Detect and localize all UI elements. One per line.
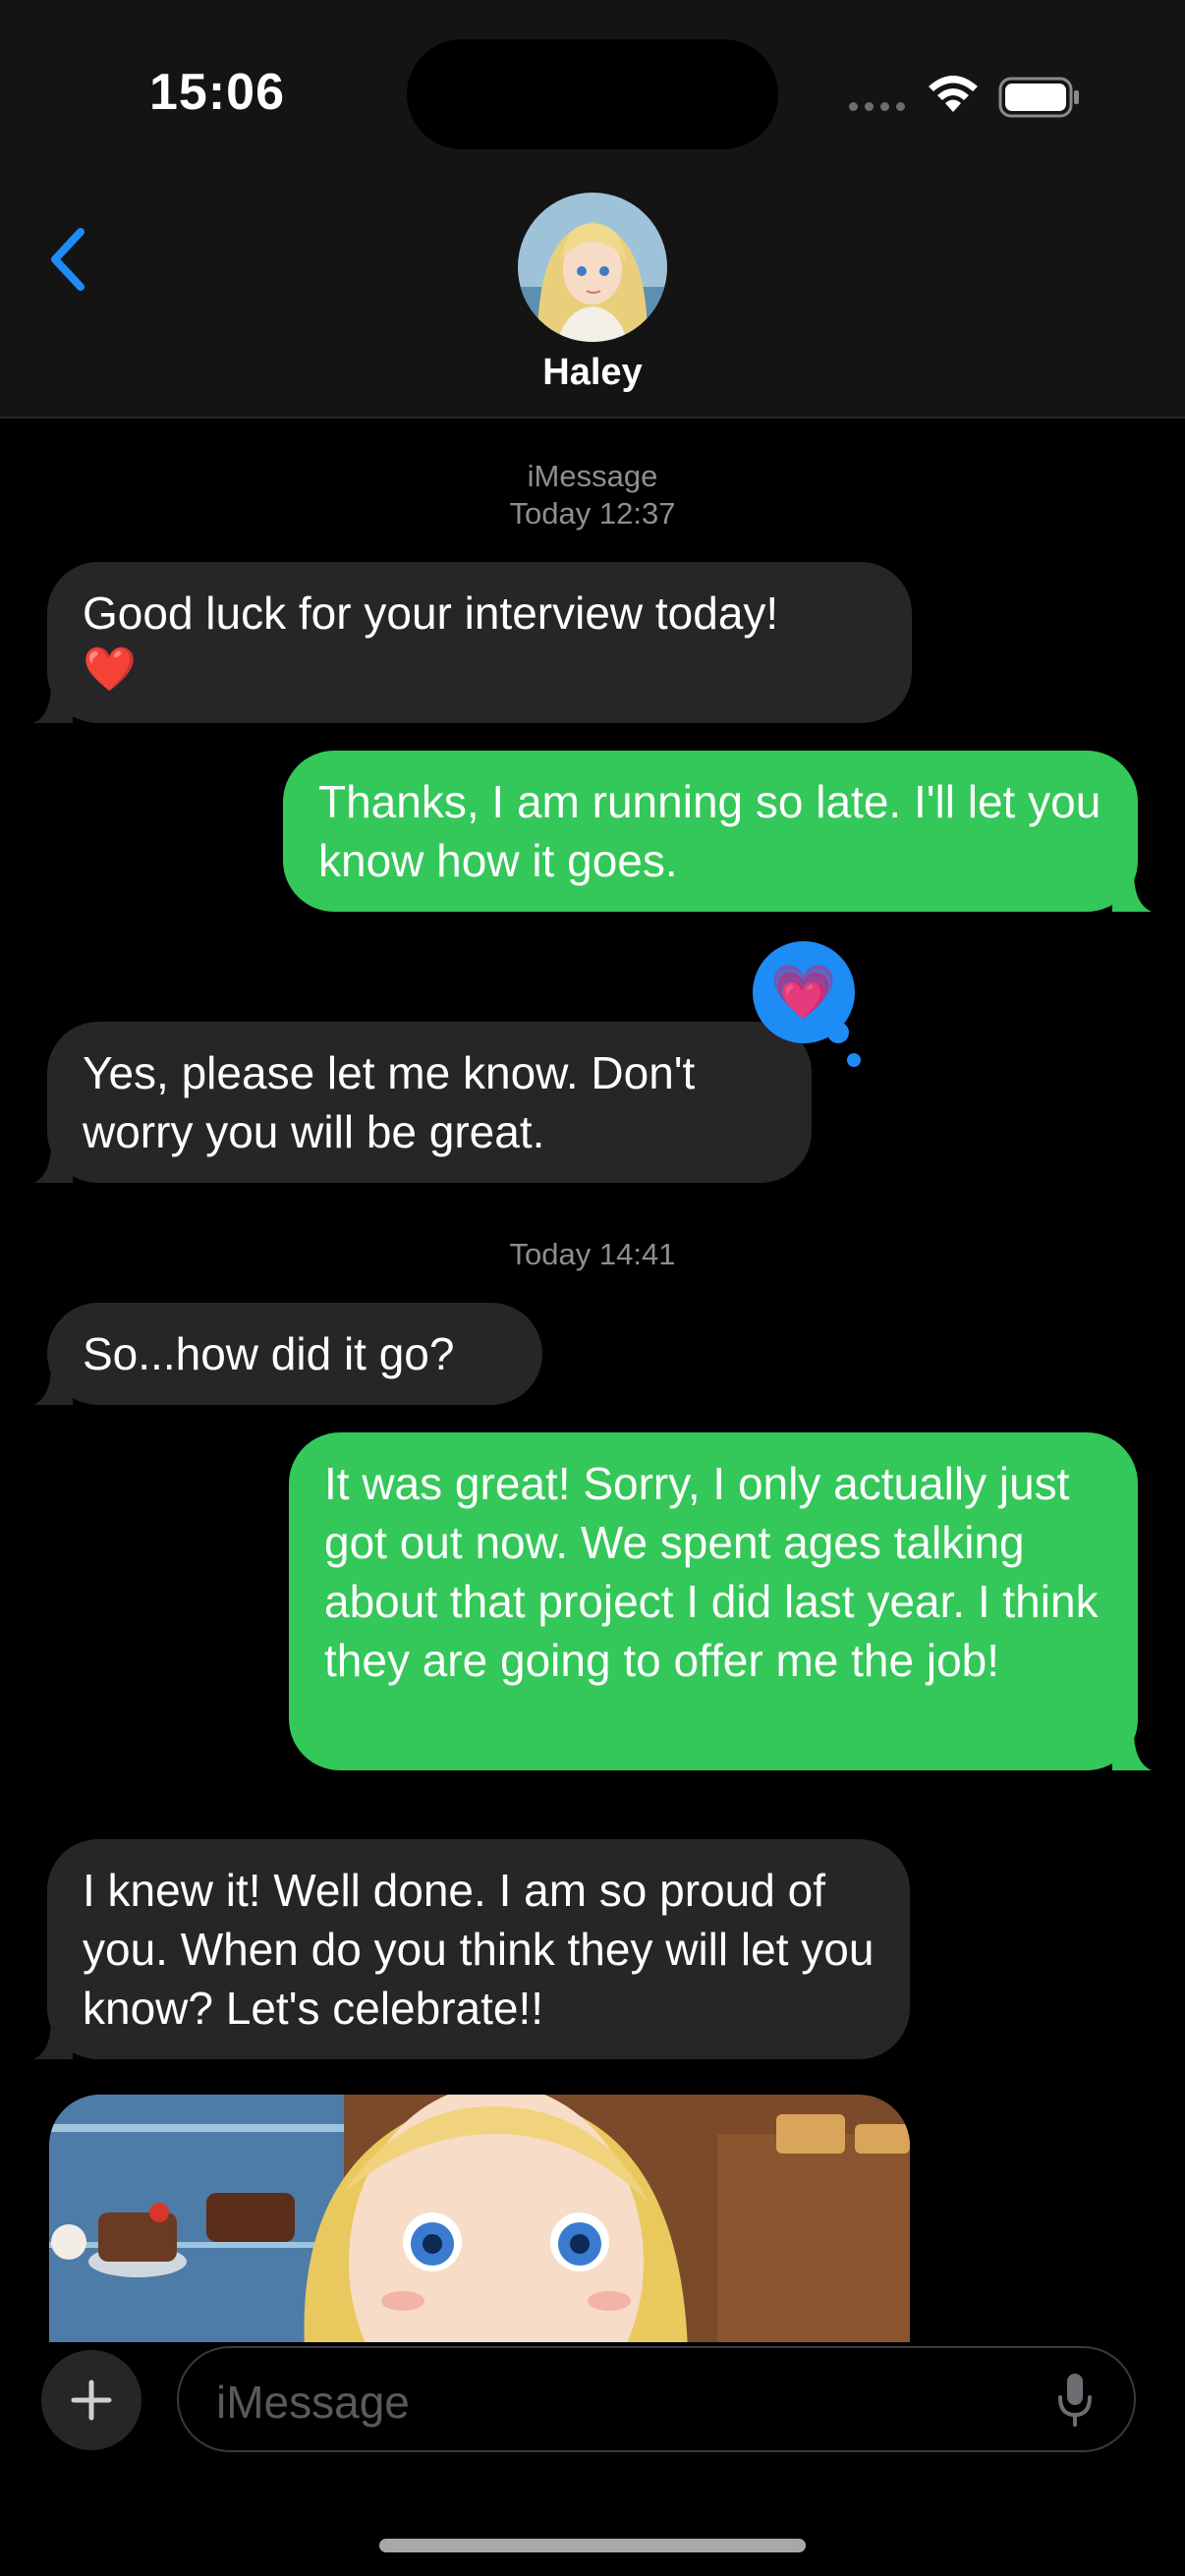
message-text: Yes, please let me know. Don't worry you… bbox=[83, 1047, 696, 1157]
bubble-tail bbox=[33, 2020, 73, 2059]
incoming-message[interactable]: Yes, please let me know. Don't worry you… bbox=[33, 1022, 812, 1183]
service-label: iMessage bbox=[527, 459, 658, 493]
incoming-message[interactable]: So...how did it go? bbox=[33, 1303, 542, 1405]
message-text: Thanks, I am running so late. I'll let y… bbox=[318, 776, 1101, 886]
contact-name[interactable]: Haley bbox=[0, 352, 1185, 394]
message-text: It was great! Sorry, I only actually jus… bbox=[324, 1458, 1099, 1686]
outgoing-message[interactable]: It was great! Sorry, I only actually jus… bbox=[289, 1432, 1152, 1770]
status-time: 15:06 bbox=[149, 64, 285, 121]
message-input-placeholder: iMessage bbox=[216, 2377, 410, 2428]
contact-avatar[interactable] bbox=[518, 193, 667, 342]
chevron-left-icon[interactable] bbox=[43, 224, 94, 295]
home-indicator bbox=[379, 2539, 806, 2552]
battery-icon bbox=[998, 77, 1079, 118]
outgoing-message[interactable]: Thanks, I am running so late. I'll let y… bbox=[283, 751, 1152, 912]
plus-icon bbox=[71, 2380, 112, 2421]
cellular-signal-icon bbox=[849, 102, 905, 111]
wifi-icon bbox=[929, 76, 978, 112]
photo-attachment[interactable] bbox=[49, 2095, 910, 2350]
bubble-tail bbox=[33, 684, 73, 723]
bubble-tail bbox=[33, 1144, 73, 1183]
add-attachment-button[interactable] bbox=[41, 2350, 141, 2450]
reaction-dot bbox=[847, 1053, 861, 1067]
bubble-tail bbox=[33, 1366, 73, 1405]
incoming-message[interactable]: I knew it! Well done. I am so proud of y… bbox=[33, 1839, 910, 2059]
timestamp: Today 12:37 bbox=[509, 496, 676, 531]
microphone-icon[interactable] bbox=[1055, 2372, 1095, 2429]
reaction-dot bbox=[827, 1022, 849, 1043]
timestamp: Today 14:41 bbox=[509, 1237, 676, 1271]
dynamic-island bbox=[407, 39, 778, 149]
message-text: So...how did it go? bbox=[83, 1328, 455, 1379]
message-text: Good luck for your interview today! bbox=[83, 588, 779, 639]
bubble-tail bbox=[1112, 1731, 1152, 1770]
message-text: I knew it! Well done. I am so proud of y… bbox=[83, 1865, 875, 2034]
conversation-header: 15:06 Haley bbox=[0, 0, 1185, 419]
incoming-message[interactable]: Good luck for your interview today! ❤️ bbox=[33, 562, 912, 723]
pink-heart-icon: 💗 bbox=[770, 963, 837, 1022]
message-input[interactable]: iMessage bbox=[177, 2346, 1136, 2452]
heart-emoji: ❤️ bbox=[83, 645, 137, 694]
bubble-tail bbox=[1112, 872, 1152, 912]
